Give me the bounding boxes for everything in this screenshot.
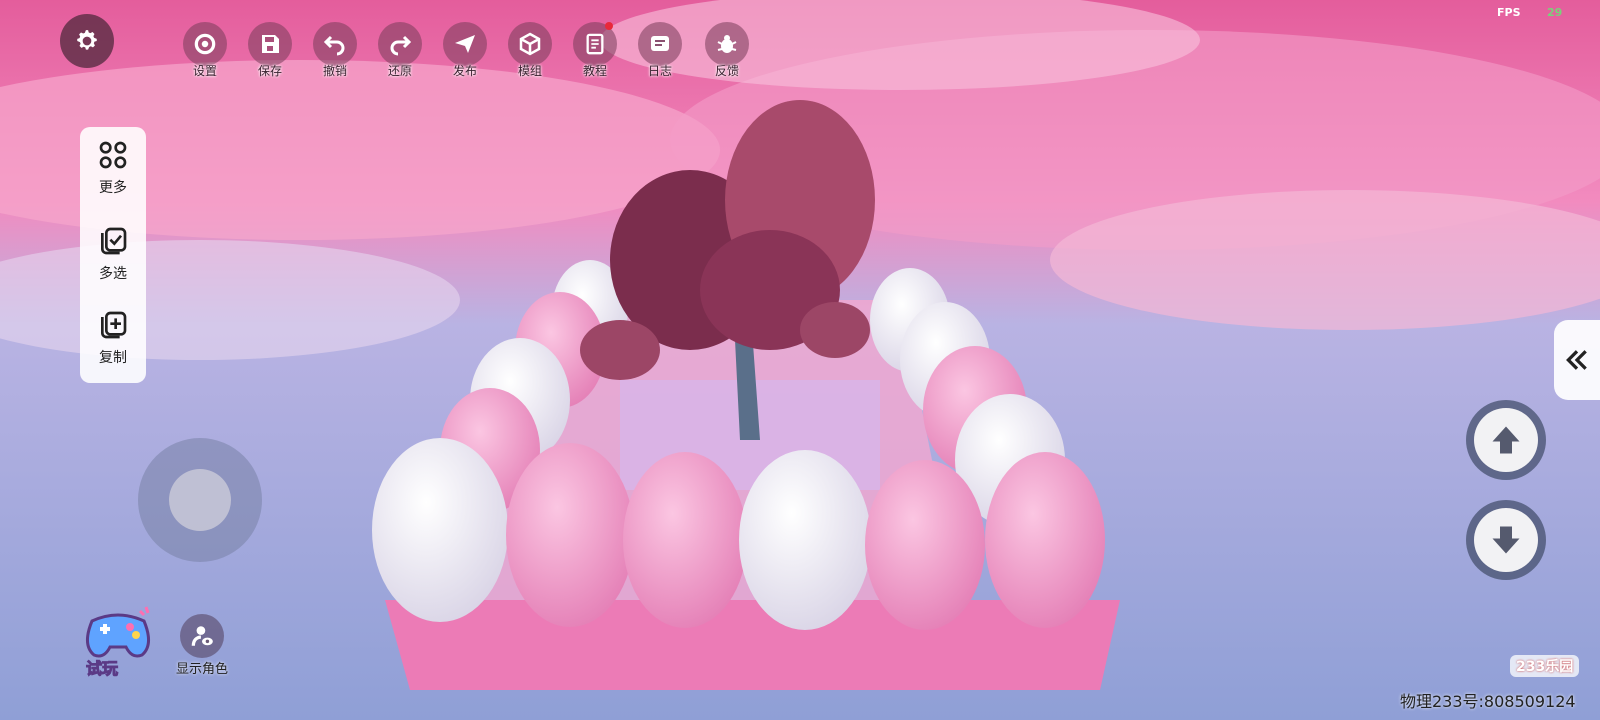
show-character-label: 显示角色 xyxy=(175,662,228,677)
copy-icon xyxy=(101,311,127,339)
toolbar-settings-button[interactable]: 设置 xyxy=(181,22,229,79)
multiselect-button[interactable]: 多选 xyxy=(80,225,146,283)
fps-value: 29 xyxy=(1547,6,1563,19)
more-label: 更多 xyxy=(99,180,127,196)
movement-joystick[interactable] xyxy=(138,438,262,562)
toolbar-undo-button[interactable]: 撤销 xyxy=(311,22,359,79)
tutorial-icon xyxy=(586,33,604,55)
toolbar-label: 教程 xyxy=(582,64,607,78)
toolbar-label: 发布 xyxy=(452,64,477,78)
toolbar-label: 保存 xyxy=(257,64,282,78)
fps-label: FPS xyxy=(1497,6,1521,19)
notification-dot xyxy=(605,22,613,30)
multiselect-icon xyxy=(101,227,127,255)
toolbar-label: 撤销 xyxy=(322,64,347,78)
try-play-button[interactable]: 试玩 xyxy=(82,605,160,679)
toolbar-label: 还原 xyxy=(387,64,412,78)
save-icon xyxy=(262,35,279,53)
toolbar-tutorial-button[interactable]: 教程 xyxy=(571,22,619,79)
toolbar-label: 模组 xyxy=(517,64,542,78)
arrow-up-icon xyxy=(1492,426,1520,454)
gear-icon xyxy=(77,30,97,50)
settings-gear-button[interactable] xyxy=(60,14,114,68)
toolbar-feedback-button[interactable]: 反馈 xyxy=(703,22,751,79)
toolbar-label: 反馈 xyxy=(714,64,739,78)
multiselect-label: 多选 xyxy=(99,266,127,282)
joystick-thumb[interactable] xyxy=(169,469,231,531)
toolbar-publish-button[interactable]: 发布 xyxy=(441,22,489,79)
expand-panel-tab[interactable] xyxy=(1554,320,1600,400)
descend-button[interactable] xyxy=(1466,500,1546,580)
person-eye-icon xyxy=(191,626,213,646)
redo-icon xyxy=(390,35,412,56)
double-chevron-left-icon xyxy=(1566,350,1587,370)
try-play-label: 试玩 xyxy=(85,659,119,679)
log-icon xyxy=(651,36,669,51)
settings-icon xyxy=(194,33,216,55)
side-tool-panel: 更多 多选 复制 xyxy=(80,127,146,383)
toolbar-redo-button[interactable]: 还原 xyxy=(376,22,424,79)
ascend-button[interactable] xyxy=(1466,400,1546,480)
watermark-id: 物理233号:808509124 xyxy=(1400,692,1576,711)
toolbar-save-button[interactable]: 保存 xyxy=(246,22,294,79)
toolbar-label: 日志 xyxy=(647,64,672,78)
show-character-button[interactable]: 显示角色 xyxy=(170,614,234,677)
watermark-logo: 233乐园 xyxy=(1510,655,1580,677)
toolbar-module-button[interactable]: 模组 xyxy=(506,22,554,79)
toolbar-log-button[interactable]: 日志 xyxy=(636,22,684,79)
copy-button[interactable]: 复制 xyxy=(80,309,146,367)
game-scene[interactable] xyxy=(0,0,1600,720)
undo-icon xyxy=(323,35,345,56)
arrow-down-icon xyxy=(1492,526,1520,554)
bug-icon xyxy=(717,35,737,53)
toolbar-label: 设置 xyxy=(192,64,217,78)
copy-label: 复制 xyxy=(99,350,127,366)
module-icon xyxy=(519,32,541,56)
grid-icon xyxy=(99,141,127,169)
more-button[interactable]: 更多 xyxy=(80,139,146,197)
publish-icon xyxy=(455,35,475,53)
